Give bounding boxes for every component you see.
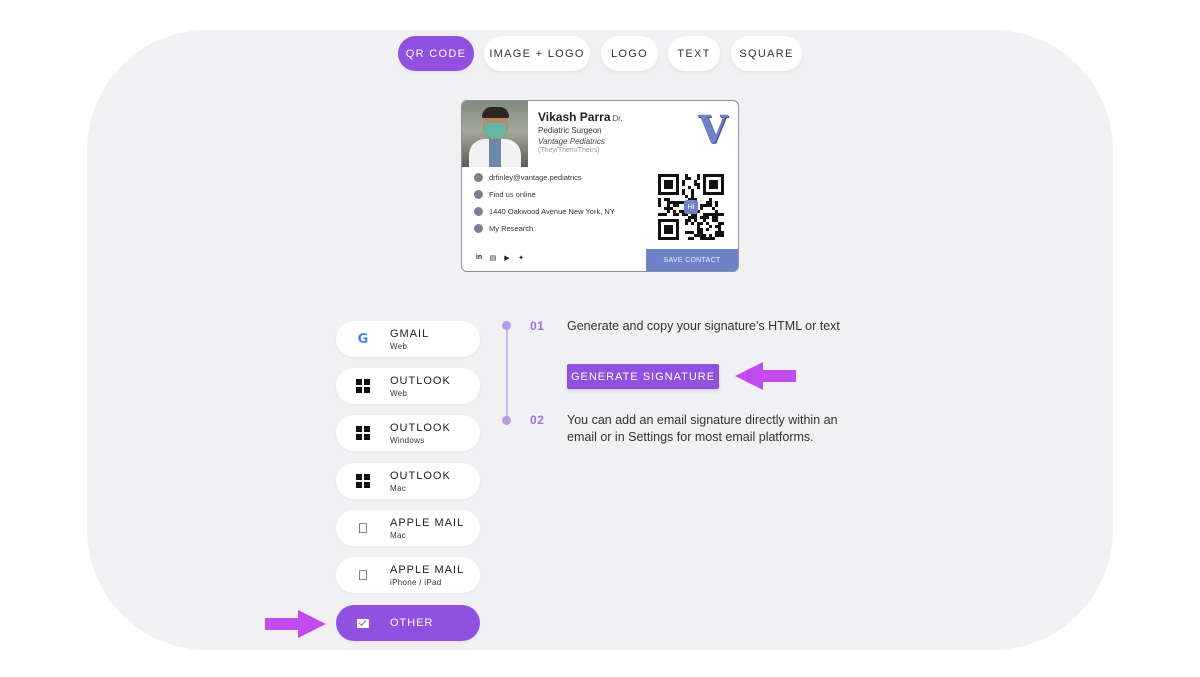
qr-badge: Hi [684,200,698,214]
twitter-icon[interactable]: ✦ [517,254,525,262]
contact-email[interactable]: drfinley@vantage.pediatrics [474,173,582,182]
location-icon [474,207,483,216]
client-apple-mail-mac[interactable]:  APPLE MAILMac [336,510,480,546]
step-2-text: You can add an email signature directly … [567,413,838,444]
client-apple-mail-iphone[interactable]:  APPLE MAILiPhone / iPad [336,557,480,593]
linkedin-icon[interactable]: in [475,254,483,262]
signature-pronouns: (They/Them/Theirs) [538,147,600,154]
print-icon[interactable]: ▤ [489,254,497,262]
windows-icon [356,474,370,488]
step-1-text: Generate and copy your signature's HTML … [567,319,840,333]
step-2-number: 02 [530,413,545,427]
client-other[interactable]: OTHER [336,605,480,641]
link-icon [474,190,483,199]
step-1-dot [502,321,511,330]
windows-icon [356,426,370,440]
tab-image-logo[interactable]: IMAGE + LOGO [484,36,590,71]
name-suffix: Dr. [612,114,623,123]
tab-text[interactable]: TEXT [668,36,720,71]
profile-photo [462,101,528,167]
signature-title: Pediatric Surgeon [538,126,602,135]
google-icon: G [357,331,369,347]
mail-icon [357,618,369,628]
client-outlook-mac[interactable]: OUTLOOK Mac [336,463,480,499]
contact-website[interactable]: Find us online [474,190,536,199]
arrow-left-icon [735,362,796,390]
save-contact-button[interactable]: SAVE CONTACT [646,249,738,271]
windows-icon [356,379,370,393]
social-links: in ▤ ▶ ✦ [475,254,525,262]
client-gmail-web[interactable]: G GMAIL Web [336,321,480,357]
client-outlook-windows[interactable]: OUTLOOK Windows [336,415,480,451]
signature-company: Vantage Pediatrics [538,137,605,146]
generate-signature-button[interactable]: GENERATE SIGNATURE [567,364,719,389]
youtube-icon[interactable]: ▶ [503,254,511,262]
layout-tabs: QR CODE IMAGE + LOGO LOGO TEXT SQUARE [0,36,1200,72]
contact-address[interactable]: 1440 Oakwood Avenue New York, NY [474,207,615,216]
arrow-right-icon [265,610,326,638]
steps-timeline [506,326,508,420]
tab-qr-code[interactable]: QR CODE [398,36,474,71]
apple-icon:  [358,520,369,536]
client-outlook-web[interactable]: OUTLOOK Web [336,368,480,404]
signature-preview-card: Vikash Parra Dr. Pediatric Surgeon Vantag… [461,100,739,272]
step-2-dot [502,416,511,425]
apple-icon:  [358,567,369,583]
signature-name: Vikash Parra Dr. [538,110,623,124]
tab-square[interactable]: SQUARE [731,36,802,71]
tab-logo[interactable]: LOGO [601,36,658,71]
contact-research[interactable]: My Research [474,224,533,233]
qr-code: Hi [658,174,724,240]
calendar-icon [474,224,483,233]
company-logo: V [698,107,728,152]
email-icon [474,173,483,182]
step-1-number: 01 [530,319,545,333]
